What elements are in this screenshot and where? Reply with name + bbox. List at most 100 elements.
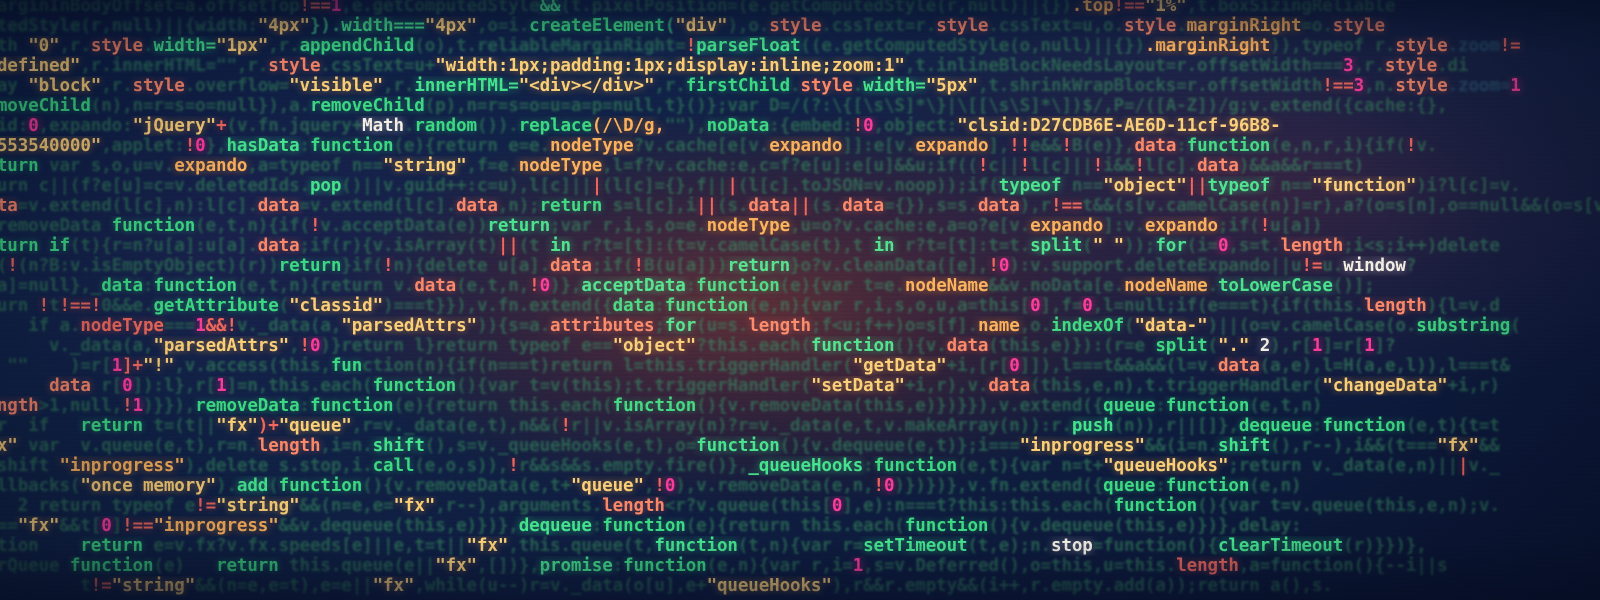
- code-token: &&(i=n.: [1144, 436, 1218, 456]
- code-token: =v.extend(l[c].: [299, 196, 457, 216]
- code-token: |: [591, 176, 603, 196]
- code-token: "data-": [1134, 316, 1208, 336]
- source-code-text: nMarginInBodyOffset=a.offsetTop!==1,e.ge…: [0, 0, 1600, 596]
- code-token: "block": [28, 76, 102, 96]
- code-token: data: [842, 196, 885, 216]
- code-token: ,r.: [101, 76, 133, 96]
- code-token: function: [904, 516, 989, 536]
- code-token: !: [1259, 216, 1271, 236]
- code-token: )&&a&&r===t): [1238, 156, 1365, 176]
- code-token: data: [977, 196, 1020, 216]
- code-token: attributes: [550, 316, 655, 336]
- code-token: 0: [101, 516, 112, 536]
- code-token: o,removeData: [0, 216, 102, 236]
- code-token: var: [17, 436, 60, 456]
- code-token: ),r: [1019, 196, 1052, 216]
- code-token: ]]:e[v.: [842, 136, 916, 156]
- code-token: <r?v.queue(this[: [664, 496, 832, 516]
- code-token: length: [0, 396, 39, 416]
- code-token: (){v.removeData(this,e)})}}),v.extend({: [696, 396, 1104, 416]
- code-token: "parsedAttrs": [153, 336, 290, 356]
- code-token: !=: [90, 576, 112, 596]
- code-line: 44553540000",applet:!0},hasData:function…: [0, 136, 1600, 156]
- code-token: undefined": [0, 56, 81, 76]
- code-line: putedStyle(r,null)||{width:"4px"}).width…: [0, 16, 1600, 36]
- code-token: !: [122, 396, 133, 416]
- code-token: hasData: [226, 136, 300, 156]
- code-token: width===: [341, 16, 425, 36]
- code-line: u[a]=null},_data:function(e,t,n){return …: [0, 276, 1600, 296]
- code-token: !: [383, 256, 394, 276]
- code-token: style: [268, 56, 321, 76]
- code-token: "fx": [372, 576, 415, 596]
- code-token: 0: [863, 116, 874, 136]
- code-token: .di: [1437, 56, 1469, 76]
- code-token: ]):l},r[: [132, 376, 217, 396]
- code-token: (: [1082, 236, 1093, 256]
- code-token: >1: [38, 396, 60, 416]
- code-token: u[a]=: [0, 276, 29, 296]
- code-token: ,n.: [1364, 76, 1396, 96]
- code-token: !: [226, 316, 238, 336]
- code-token: reliableMarginRight: [476, 36, 676, 56]
- code-token: 0: [1082, 296, 1093, 316]
- code-token: earQueue: [0, 556, 60, 576]
- code-token: v.acceptData(e)): [320, 216, 488, 236]
- code-token: ]=r[: [1322, 336, 1365, 356]
- code-token: ,v.access(this,: [174, 356, 331, 376]
- code-token: function: [602, 516, 686, 536]
- code-token: ?this.each(: [696, 336, 811, 356]
- code-token: B(u[a])): [643, 256, 728, 276]
- code-token: (e,o,s)),: [414, 456, 509, 476]
- code-token: "5px": [925, 76, 978, 96]
- code-token: data: [612, 296, 655, 316]
- code-token: "inprogress": [1019, 436, 1145, 456]
- code-token: noData: [706, 116, 770, 136]
- code-token: ).: [216, 476, 237, 496]
- code-token: queue: [1103, 476, 1156, 496]
- code-token: ,r.: [383, 76, 415, 96]
- code-token: )i?l[c]=v.: [1416, 176, 1521, 196]
- code-token: (),s=v._queueHooks(e,t),o=: [424, 436, 697, 456]
- code-token: .cssText=u,o.: [988, 16, 1125, 36]
- code-token: "string": [111, 576, 196, 596]
- code-token: ,a=typeof n==: [247, 156, 384, 176]
- code-token: ,l=null;if(e===t){if(this.: [1092, 296, 1365, 316]
- code-token: inlineBlockNeedsLayout=r.offsetWidth===: [936, 56, 1344, 76]
- code-token: expando: [769, 136, 843, 156]
- code-token: .cssText=u+: [320, 56, 436, 76]
- code-token: ;: [654, 316, 665, 336]
- code-token: function: [623, 556, 707, 576]
- code-token: (e){var t=e.: [779, 276, 905, 296]
- code-token: v._data(a,: [236, 316, 342, 336]
- code-token: "4px": [257, 16, 310, 36]
- code-token: :: [1176, 136, 1187, 156]
- code-token: "string": [383, 156, 467, 176]
- code-token: "changeData": [1322, 376, 1448, 396]
- code-token: ,n);: [497, 196, 540, 216]
- code-token: return: [0, 156, 39, 176]
- code-token: =: [675, 36, 686, 56]
- code-token: nodeName: [1124, 276, 1208, 296]
- code-line: var if return t=(t||"fx")+"queue",r=v._d…: [0, 416, 1600, 436]
- code-token: (t,e);n.: [967, 536, 1051, 556]
- code-token: ));: [1124, 236, 1156, 256]
- code-token: }).: [309, 16, 342, 36]
- code-token: random: [414, 116, 477, 136]
- code-token: push: [1071, 416, 1114, 436]
- code-token: !: [90, 296, 102, 316]
- code-token: ta if: [28, 316, 50, 336]
- code-token: parseFloat: [696, 36, 801, 56]
- code-token: ,f=e.: [466, 156, 519, 176]
- code-token: ction(n){if(n===t)return l=this.trigg: [362, 356, 749, 376]
- code-token: expando: [174, 156, 248, 176]
- code-token: putedStyle(r,null)||{width:: [0, 16, 258, 36]
- code-token: 0: [1009, 356, 1020, 376]
- code-token: (v.fn.jquery+: [226, 116, 363, 136]
- code-token: &&: [539, 0, 561, 16]
- code-token: n){delete u[a].: [393, 256, 551, 276]
- code-token: shift: [1217, 436, 1271, 456]
- code-token: " ": [1092, 236, 1125, 256]
- code-token: 3: [1343, 56, 1354, 76]
- code-token: (t,n){var r=: [737, 536, 864, 556]
